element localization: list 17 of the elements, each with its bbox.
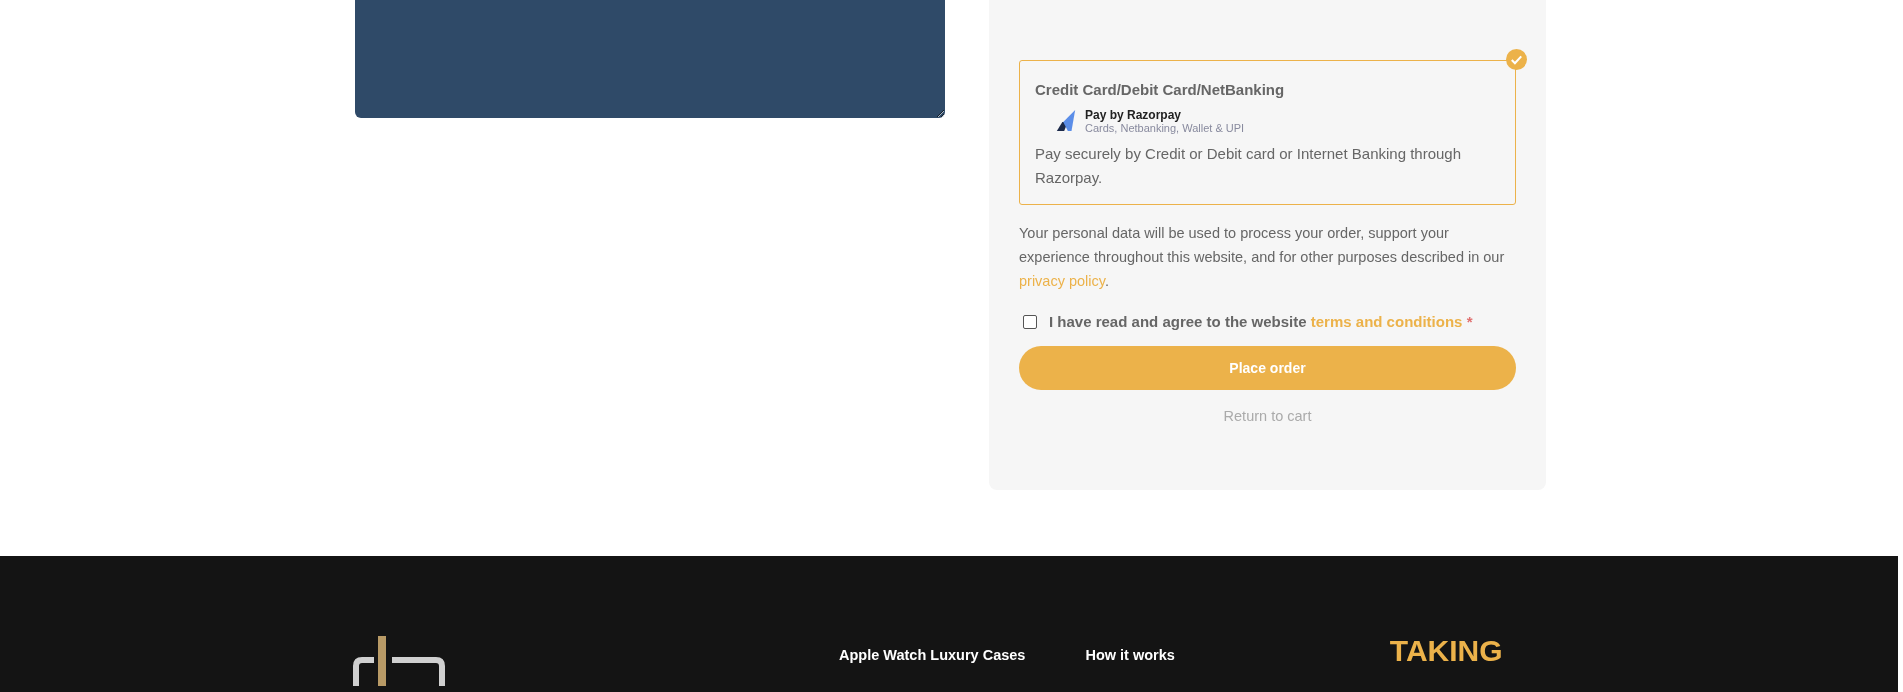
privacy-notice: Your personal data will be used to process your order, support your experience throughout this website, and for other purposes described in our privacy policy. <box>1019 224 1506 291</box>
terms-link[interactable]: terms and conditions <box>1310 313 1463 330</box>
terms-checkbox[interactable] <box>1023 314 1037 329</box>
brand-name: Pay by Razorpay <box>1085 108 1183 122</box>
payment-option[interactable]: Credit Card/Debit Card/NetBanking Pay by Razorpay Cards, Netbanking, Wallet & UPI Pay securely by Credit or Debit card or Internet Banking through Razorpay. <box>1019 60 1516 205</box>
razorpay-logo-icon <box>1055 109 1077 133</box>
footer-link[interactable]: How it works <box>1085 647 1175 663</box>
footer-heading: TAKING <box>1389 634 1503 668</box>
terms-label: I have read and agree to the website terms and conditions * <box>1049 313 1473 330</box>
payment-description: Pay securely by Credit or Debit card or Internet Banking through Razorpay. <box>1035 144 1463 188</box>
privacy-policy-link[interactable]: privacy policy <box>1019 273 1105 289</box>
return-to-cart-link[interactable]: Return to cart <box>1223 408 1312 424</box>
place-order-button[interactable]: Place order <box>1019 346 1516 390</box>
checkmark-icon <box>1506 49 1527 70</box>
payment-title: Credit Card/Debit Card/NetBanking <box>1035 81 1286 98</box>
footer-link[interactable]: Apple Watch Luxury Cases <box>839 647 1026 663</box>
brand-caption: Cards, Netbanking, Wallet & UPI <box>1085 122 1245 134</box>
